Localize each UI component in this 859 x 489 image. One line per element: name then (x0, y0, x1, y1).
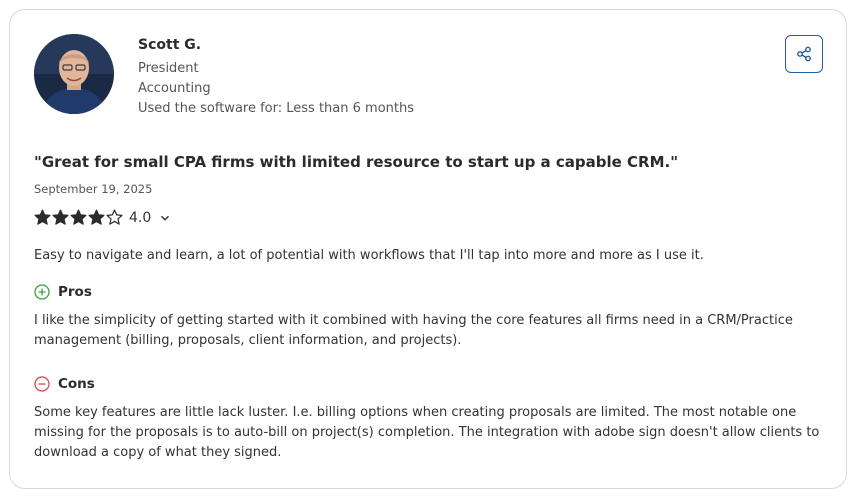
share-button[interactable] (785, 35, 823, 73)
review-summary: Easy to navigate and learn, a lot of pot… (34, 248, 704, 263)
review-card: Scott G. President Accounting Used the s… (9, 9, 847, 489)
review-date: September 19, 2025 (34, 182, 153, 196)
reviewer-role: President (138, 61, 199, 76)
reviewer-name: Scott G. (138, 37, 202, 53)
review-title: "Great for small CPA firms with limited … (34, 153, 679, 171)
pros-label: Pros (58, 284, 92, 300)
star-filled-icon (70, 209, 87, 225)
pros-heading: Pros (34, 284, 92, 300)
cons-heading: Cons (34, 376, 95, 392)
plus-circle-icon (34, 284, 50, 300)
reviewer-industry: Accounting (138, 81, 211, 96)
reviewer-info: Scott G. President Accounting Used the s… (138, 37, 414, 119)
cons-text: Some key features are little lack luster… (34, 405, 820, 460)
star-filled-icon (88, 209, 105, 225)
minus-circle-icon (34, 376, 50, 392)
rating-value: 4.0 (129, 209, 152, 226)
pros-text: I like the simplicity of getting started… (34, 313, 793, 348)
star-rating (34, 209, 123, 226)
share-icon (797, 46, 811, 62)
star-filled-icon (34, 209, 51, 225)
rating-details-toggle[interactable] (160, 213, 170, 223)
reviewer-usage: Used the software for: Less than 6 month… (138, 101, 414, 116)
chevron-down-icon (161, 215, 170, 221)
avatar (34, 34, 114, 114)
cons-label: Cons (58, 376, 95, 392)
star-empty-icon (106, 209, 123, 225)
star-filled-icon (52, 209, 69, 225)
rating-row: 4.0 (34, 209, 170, 226)
